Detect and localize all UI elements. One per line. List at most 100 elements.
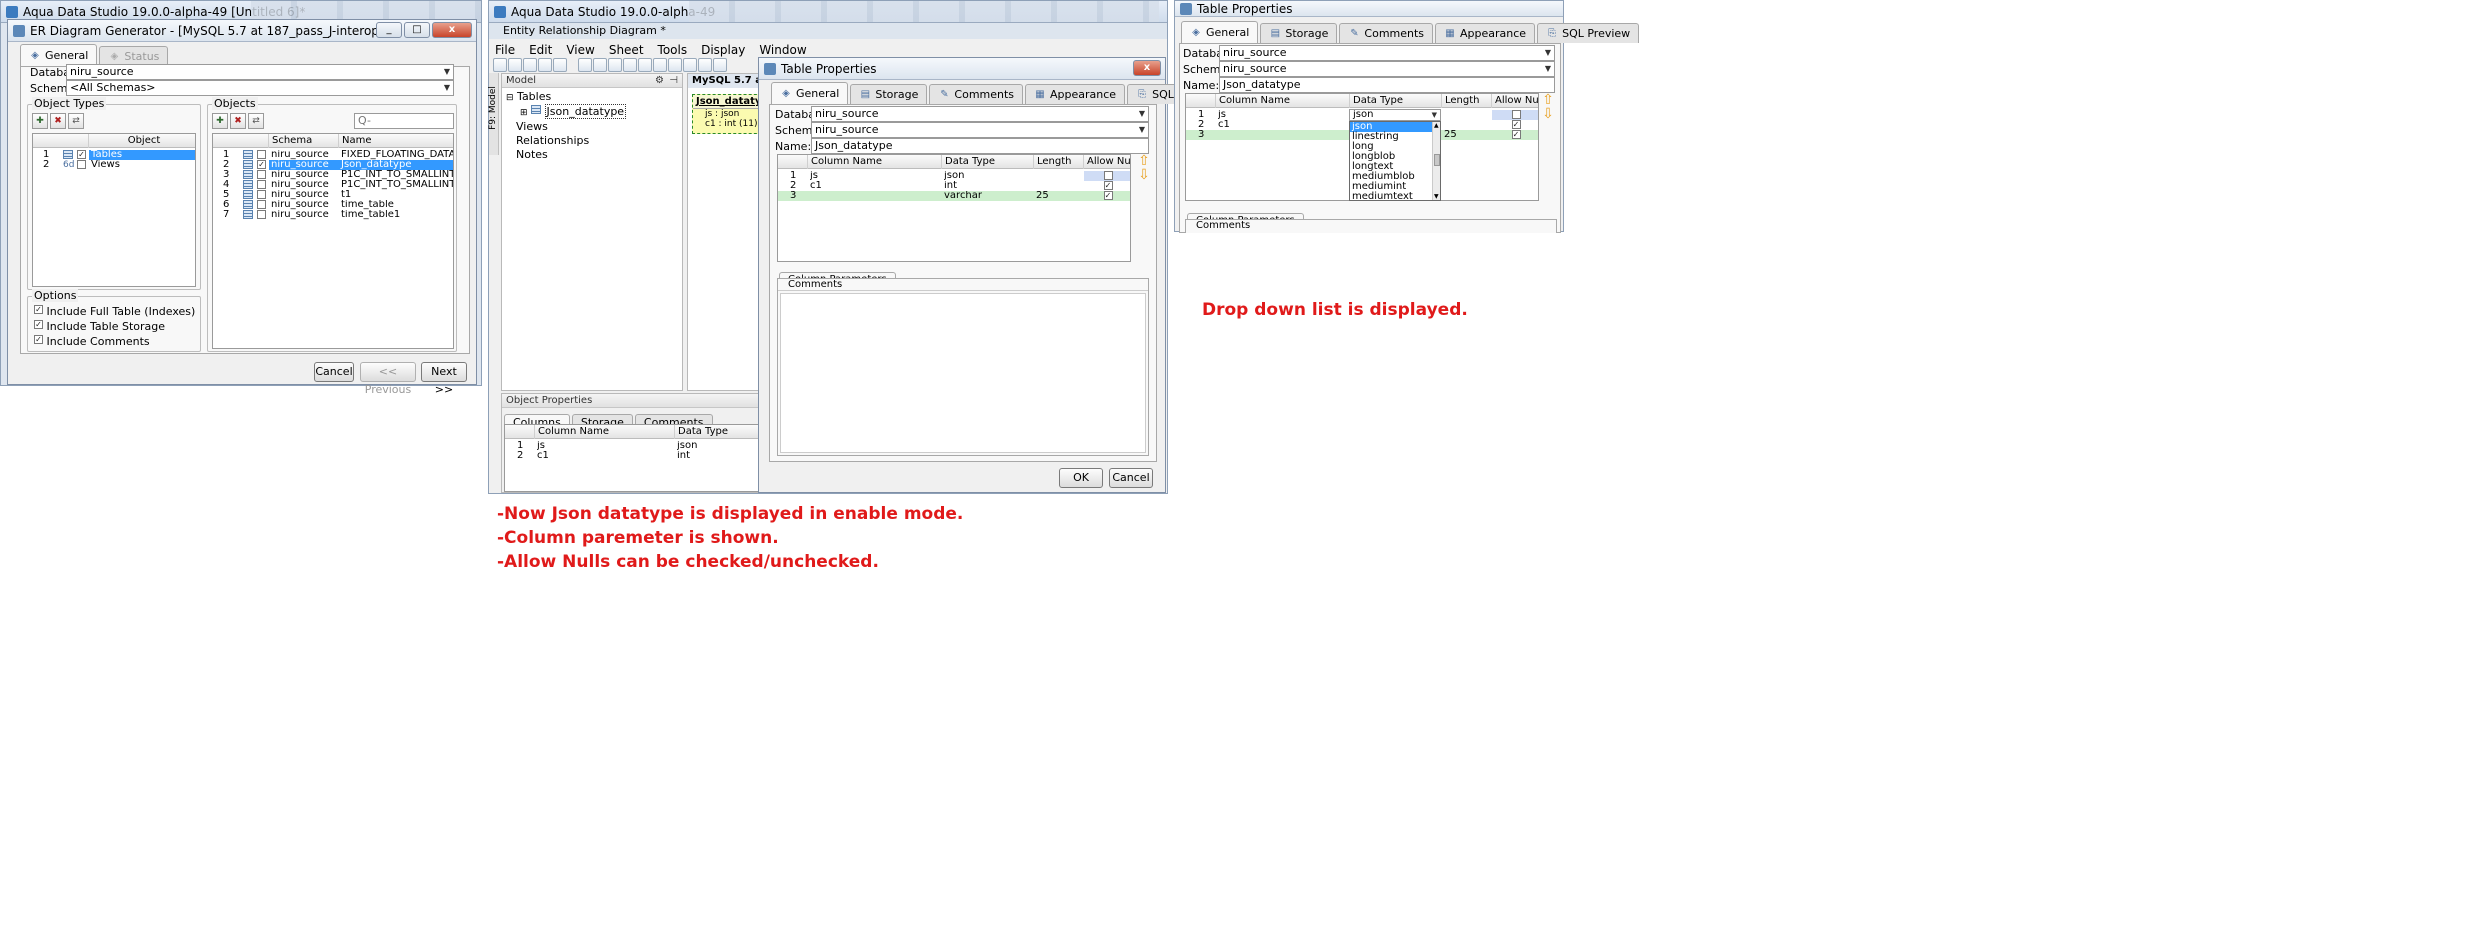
table-row[interactable]: 2 c1 int ✓: [778, 181, 1130, 191]
dropdown-scrollbar[interactable]: ▲ ▼: [1432, 122, 1440, 200]
menu-sheet[interactable]: Sheet: [609, 43, 644, 57]
stop-icon[interactable]: [553, 58, 567, 72]
views-checkbox[interactable]: [77, 160, 86, 170]
invert-selection-icon[interactable]: ⇄: [248, 113, 264, 129]
table-row[interactable]: 1jsjson: [778, 171, 1130, 181]
database-select[interactable]: niru_source ▼: [66, 64, 454, 80]
tab-general[interactable]: ◈ General: [1181, 21, 1259, 43]
zoom-in-icon[interactable]: [593, 58, 607, 72]
grid-icon[interactable]: [668, 58, 682, 72]
tab-storage[interactable]: ▤ Storage: [1260, 23, 1338, 43]
note-icon[interactable]: [713, 58, 727, 72]
object-checkbox[interactable]: [257, 200, 266, 210]
comments-textarea[interactable]: [780, 293, 1146, 453]
tab-appearance[interactable]: ▦ Appearance: [1025, 84, 1126, 104]
select-all-icon[interactable]: ✚: [32, 113, 48, 129]
minimize-button[interactable]: _: [376, 22, 402, 38]
table-name-input[interactable]: Json_datatype: [811, 138, 1149, 154]
tab-comments[interactable]: ✎ Comments: [929, 84, 1024, 104]
schema-select[interactable]: niru_source ▼: [1219, 61, 1555, 77]
table-row[interactable]: 6 niru_source time_table: [213, 200, 453, 210]
tab-appearance[interactable]: ▦ Appearance: [1435, 23, 1536, 43]
menu-file[interactable]: File: [495, 43, 515, 57]
next-button[interactable]: Next >>: [421, 362, 467, 396]
layout-icon[interactable]: [638, 58, 652, 72]
tab-general[interactable]: ◈ General: [20, 44, 98, 66]
menu-view[interactable]: View: [566, 43, 594, 57]
tree-node-views[interactable]: Views: [506, 120, 626, 134]
deselect-all-icon[interactable]: ✖: [50, 113, 66, 129]
cancel-button[interactable]: Cancel: [314, 362, 354, 382]
print-icon[interactable]: [508, 58, 522, 72]
menu-tools[interactable]: Tools: [658, 43, 688, 57]
allow-nulls-checkbox[interactable]: ✓: [1084, 181, 1130, 191]
tab-comments[interactable]: ✎ Comments: [1339, 23, 1434, 43]
select-all-icon[interactable]: ✚: [212, 113, 228, 129]
cancel-button[interactable]: Cancel: [1109, 468, 1153, 488]
maximize-button[interactable]: □: [404, 22, 430, 38]
include-table-storage-option[interactable]: ✓ Include Table Storage: [34, 320, 165, 333]
data-type-editor[interactable]: json ▼: [1349, 109, 1441, 121]
table-icon[interactable]: [683, 58, 697, 72]
deselect-all-icon[interactable]: ✖: [230, 113, 246, 129]
tree-node-json-datatype[interactable]: ⊞ Json_datatype: [506, 104, 627, 120]
table-row[interactable]: 2 ✓ niru_source Json_datatype: [213, 160, 453, 170]
allow-nulls-checkbox[interactable]: ✓: [1084, 191, 1130, 201]
diagram-tab[interactable]: MySQL 5.7 at ...ss_: [688, 74, 799, 88]
table-row[interactable]: 1niru_sourceFIXED_FLOATING_DATATYPE_TAB.…: [213, 150, 453, 160]
tab-sql-preview[interactable]: ⎘SQL Preview: [1537, 23, 1640, 43]
previous-button[interactable]: << Previous: [360, 362, 416, 396]
allow-nulls-checkbox[interactable]: [1492, 110, 1538, 120]
object-checkbox[interactable]: [257, 170, 266, 180]
tab-status[interactable]: ◈ Status: [99, 46, 169, 66]
close-button[interactable]: x: [432, 22, 472, 38]
table-row[interactable]: 3 varchar 25 ✓: [778, 191, 1130, 201]
close-button[interactable]: x: [1133, 60, 1161, 76]
tab-general[interactable]: ◈ General: [771, 82, 849, 104]
gear-icon[interactable]: ⚙: [655, 74, 664, 88]
table-row[interactable]: 5 niru_source t1: [213, 190, 453, 200]
table-row[interactable]: 1 ✓ Tables: [33, 150, 195, 160]
scroll-thumb[interactable]: [1434, 154, 1440, 166]
invert-selection-icon[interactable]: ⇄: [68, 113, 84, 129]
table-name-input[interactable]: Json_datatype: [1219, 77, 1555, 93]
column-icon[interactable]: [653, 58, 667, 72]
move-down-icon[interactable]: ⇩: [1541, 107, 1555, 121]
database-select[interactable]: niru_source ▼: [1219, 45, 1555, 61]
paint-icon[interactable]: [538, 58, 552, 72]
object-checkbox[interactable]: [257, 190, 266, 200]
allow-nulls-checkbox[interactable]: [1084, 171, 1130, 181]
object-checkbox[interactable]: [257, 180, 266, 190]
tab-storage[interactable]: ▤ Storage: [850, 84, 928, 104]
object-checkbox[interactable]: ✓: [257, 160, 266, 170]
tree-node-relationships[interactable]: Relationships: [506, 134, 626, 148]
object-checkbox[interactable]: [257, 150, 266, 160]
database-select[interactable]: niru_source ▼: [811, 106, 1149, 122]
schema-select[interactable]: niru_source ▼: [811, 122, 1149, 138]
table-row[interactable]: 3niru_sourceP1C_INT_TO_SMALLINT_FK1: [213, 170, 453, 180]
new-icon[interactable]: [523, 58, 537, 72]
save-icon[interactable]: [493, 58, 507, 72]
entity-json-datatype[interactable]: Json_datatype js : json c1 : int (11): [692, 94, 775, 134]
move-up-icon[interactable]: ⇧: [1541, 93, 1555, 107]
tables-checkbox[interactable]: ✓: [77, 150, 86, 160]
zoom-reset-icon[interactable]: [623, 58, 637, 72]
allow-nulls-checkbox[interactable]: ✓: [1492, 130, 1538, 140]
dropdown-option[interactable]: mediumtext: [1350, 192, 1432, 201]
schema-select[interactable]: <All Schemas> ▼: [66, 80, 454, 96]
zoom-fit-icon[interactable]: [578, 58, 592, 72]
table-row[interactable]: 2 6ď Views: [33, 160, 195, 170]
view-icon[interactable]: [698, 58, 712, 72]
move-down-icon[interactable]: ⇩: [1137, 168, 1151, 182]
pin-icon[interactable]: ⊣: [669, 74, 678, 88]
table-row[interactable]: 7 niru_source time_table1: [213, 210, 453, 220]
tree-node-notes[interactable]: Notes: [506, 148, 626, 162]
include-comments-option[interactable]: ✓ Include Comments: [34, 335, 150, 348]
menu-window[interactable]: Window: [759, 43, 806, 57]
scroll-down-icon[interactable]: ▼: [1434, 193, 1439, 200]
model-side-tab[interactable]: F9: Model: [488, 73, 499, 155]
tree-node-tables[interactable]: ⊟ Tables: [506, 90, 626, 105]
scroll-up-icon[interactable]: ▲: [1434, 122, 1439, 129]
menu-edit[interactable]: Edit: [529, 43, 552, 57]
move-up-icon[interactable]: ⇧: [1137, 154, 1151, 168]
